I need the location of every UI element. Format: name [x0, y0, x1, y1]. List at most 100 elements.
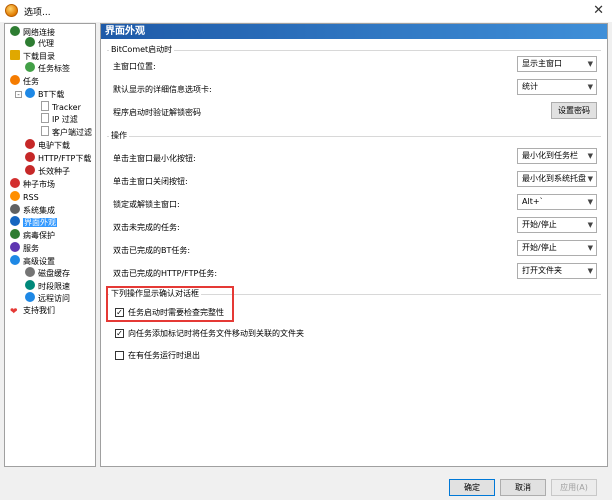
title-bar[interactable]: 选项... ✕ [0, 0, 612, 22]
appearance-icon [10, 216, 20, 226]
startup-password-label: 程序启动时验证解锁密码 [113, 108, 201, 117]
confirm-checkbox-label[interactable]: 向任务添加标记时将任务文件移动到关联的文件夹 [128, 328, 304, 339]
tree-item[interactable]: 系统集成 [10, 204, 55, 216]
highlight-box [106, 286, 234, 322]
tree-item-label: 客户端过滤 [52, 128, 92, 137]
bt-icon [25, 88, 35, 98]
confirm-checkbox[interactable] [115, 351, 124, 360]
tree-item[interactable]: 服务 [10, 242, 39, 254]
panel-title: 界面外观 [101, 24, 607, 39]
tree-item[interactable]: 高级设置 [10, 255, 55, 267]
action-select[interactable]: 最小化到系统托盘 ▼ [517, 171, 597, 187]
tree-item[interactable]: HTTP/FTP下载 [25, 152, 91, 164]
select-value: 开始/停止 [522, 243, 557, 252]
http-icon [25, 152, 35, 162]
action-select[interactable]: 打开文件夹 ▼ [517, 263, 597, 279]
main-window-position-select[interactable]: 显示主窗口 ▼ [517, 56, 597, 72]
tree-item[interactable]: 客户端过滤 [41, 126, 92, 138]
options-tree[interactable]: 网络连接 代理 下载目录 任务标签 任务 - BT下载 Tracker IP 过滤 客户端过滤 电驴… [4, 23, 96, 467]
tree-item-label: IP 过滤 [52, 115, 78, 124]
tree-item-label: Tracker [52, 103, 81, 112]
tree-item[interactable]: 时段限速 [25, 280, 70, 292]
tree-item-label: 支持我们 [23, 306, 55, 315]
confirm-checkbox[interactable]: ✓ [115, 329, 124, 338]
action-select[interactable]: Alt+` ▼ [517, 194, 597, 210]
action-label: 单击主窗口最小化按钮: [113, 154, 196, 163]
select-value: 开始/停止 [522, 220, 557, 229]
tree-item[interactable]: 远程访问 [25, 292, 70, 304]
chevron-down-icon: ▼ [587, 244, 593, 252]
tree-item[interactable]: BT下载 [25, 88, 64, 100]
tree-item-label: 任务标签 [38, 64, 70, 73]
tree-expander[interactable]: - [15, 91, 22, 99]
tree-item[interactable]: 磁盘缓存 [25, 267, 70, 279]
tree-item[interactable]: 代理 [25, 37, 54, 49]
system-icon [10, 204, 20, 214]
tree-item[interactable]: 任务标签 [25, 62, 70, 74]
tree-item[interactable]: 界面外观 [10, 216, 57, 228]
page-icon [41, 113, 49, 123]
select-value: 打开文件夹 [522, 266, 562, 275]
task-icon [10, 75, 20, 85]
tree-item-label: 病毒保护 [23, 231, 55, 240]
chevron-down-icon: ▼ [587, 267, 593, 275]
chevron-down-icon: ▼ [587, 83, 593, 91]
close-icon[interactable]: ✕ [593, 3, 604, 18]
chevron-down-icon: ▼ [587, 60, 593, 68]
cancel-button[interactable]: 取消 [500, 479, 546, 496]
heart-icon: ❤ [10, 307, 18, 317]
tree-item-label: 下载目录 [23, 52, 55, 61]
action-label: 单击主窗口关闭按钮: [113, 177, 188, 186]
select-value: 统计 [522, 82, 538, 91]
chevron-down-icon: ▼ [587, 221, 593, 229]
set-password-button[interactable]: 设置密码 [551, 102, 597, 119]
select-value: 最小化到任务栏 [522, 151, 578, 160]
rss-icon [10, 191, 20, 201]
tree-item-label: 高级设置 [23, 257, 55, 266]
tree-item[interactable]: Tracker [41, 101, 81, 113]
tree-item[interactable]: 电驴下载 [25, 139, 70, 151]
folder-icon [10, 50, 20, 60]
action-label: 双击已完成的HTTP/FTP任务: [113, 269, 218, 278]
tree-item[interactable]: RSS [10, 191, 39, 203]
page-icon [41, 126, 49, 136]
chevron-down-icon: ▼ [587, 198, 593, 206]
tree-item-label: 长效种子 [38, 167, 70, 176]
default-detail-tab-label: 默认显示的详细信息选项卡: [113, 85, 212, 94]
emule-icon [25, 139, 35, 149]
tree-item[interactable]: 病毒保护 [10, 229, 55, 241]
confirm-checkbox-label[interactable]: 在有任务运行时退出 [128, 350, 200, 361]
action-label: 双击已完成的BT任务: [113, 246, 191, 255]
clock-icon [25, 280, 35, 290]
tree-item[interactable]: IP 过滤 [41, 113, 78, 125]
network-icon [10, 26, 20, 36]
action-select[interactable]: 开始/停止 ▼ [517, 240, 597, 256]
proxy-icon [25, 37, 35, 47]
select-value: 最小化到系统托盘 [522, 174, 586, 183]
ok-button[interactable]: 确定 [449, 479, 495, 496]
group-title-startup: BitComet启动时 [109, 44, 175, 55]
tree-item[interactable]: ❤ 支持我们 [10, 305, 55, 317]
action-select[interactable]: 最小化到任务栏 ▼ [517, 148, 597, 164]
page-icon [41, 101, 49, 111]
magnet-icon [10, 178, 20, 188]
chevron-down-icon: ▼ [587, 152, 593, 160]
settings-panel: 界面外观 BitComet启动时 主窗口位置: 显示主窗口 ▼ 默认显示的详细信… [100, 23, 608, 467]
tree-item-label: BT下载 [38, 90, 65, 99]
action-select[interactable]: 开始/停止 ▼ [517, 217, 597, 233]
group-divider [107, 136, 601, 137]
bitcomet-app-icon [5, 4, 18, 17]
default-detail-tab-select[interactable]: 统计 ▼ [517, 79, 597, 95]
tree-item-label: 任务 [23, 77, 39, 86]
tree-item-label: 电驴下载 [38, 141, 70, 150]
tree-item[interactable]: 长效种子 [25, 165, 70, 177]
tree-item-label: 时段限速 [38, 282, 70, 291]
tree-item[interactable]: 下载目录 [10, 50, 55, 62]
tag-icon [25, 62, 35, 72]
tree-item-label: 远程访问 [38, 294, 70, 303]
tree-item-label: 服务 [23, 244, 39, 253]
tree-item[interactable]: 种子市场 [10, 178, 55, 190]
group-divider [107, 50, 601, 51]
tree-item[interactable]: 任务 [10, 75, 39, 87]
apply-button[interactable]: 应用(A) [551, 479, 597, 496]
